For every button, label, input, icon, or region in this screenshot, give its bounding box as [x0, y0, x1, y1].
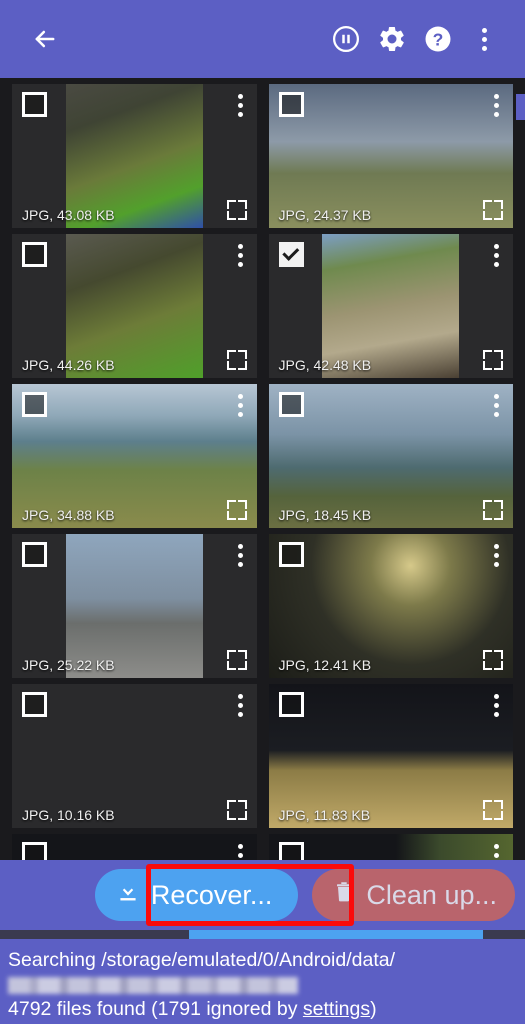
- file-card[interactable]: JPG, 25.22 KB: [12, 534, 257, 678]
- file-meta: JPG, 24.37 KB: [278, 207, 372, 223]
- file-meta: JPG, 44.26 KB: [22, 357, 115, 373]
- trash-icon: [332, 880, 356, 911]
- file-card[interactable]: [12, 834, 257, 860]
- card-menu-icon[interactable]: [492, 542, 501, 569]
- status-files-found-prefix: 4792 files found (1791 ignored by: [8, 998, 303, 1020]
- fullscreen-icon[interactable]: [479, 646, 507, 674]
- pause-circle-icon[interactable]: [323, 16, 369, 62]
- clean-up-button-label: Clean up...: [366, 879, 497, 910]
- clean-up-button[interactable]: Clean up...: [312, 869, 515, 921]
- fullscreen-icon[interactable]: [479, 346, 507, 374]
- gear-icon[interactable]: [369, 16, 415, 62]
- file-meta: JPG, 11.83 KB: [278, 807, 371, 823]
- status-files-found-suffix: ): [370, 998, 377, 1020]
- file-card[interactable]: JPG, 12.41 KB: [268, 534, 513, 678]
- file-meta: JPG, 43.08 KB: [22, 207, 115, 223]
- file-meta: JPG, 18.45 KB: [278, 507, 372, 523]
- arrow-left-icon[interactable]: [22, 16, 68, 62]
- card-menu-icon[interactable]: [492, 242, 501, 269]
- select-checkbox[interactable]: [278, 242, 304, 267]
- select-checkbox[interactable]: [22, 692, 47, 717]
- fullscreen-icon[interactable]: [223, 796, 251, 824]
- fullscreen-icon[interactable]: [479, 196, 507, 224]
- file-card[interactable]: JPG, 10.16 KB: [12, 684, 257, 828]
- select-checkbox[interactable]: [278, 692, 304, 717]
- thumbnail: [12, 834, 257, 860]
- scan-progress-fill: [189, 930, 483, 939]
- select-checkbox[interactable]: [278, 542, 304, 567]
- recover-button-label: Recover...: [150, 879, 273, 910]
- more-vertical-icon[interactable]: [461, 16, 507, 62]
- select-checkbox[interactable]: [22, 542, 47, 567]
- file-meta: JPG, 34.88 KB: [22, 507, 115, 523]
- settings-link[interactable]: settings: [303, 998, 370, 1020]
- help-circle-icon[interactable]: ?: [415, 16, 461, 62]
- select-checkbox[interactable]: [22, 92, 47, 117]
- select-checkbox[interactable]: [278, 392, 304, 417]
- svg-text:?: ?: [433, 29, 444, 49]
- file-grid-area[interactable]: JPG, 43.08 KB JPG, 24.37 KB JPG, 44.26 K…: [0, 78, 525, 860]
- file-card[interactable]: JPG, 18.45 KB: [268, 384, 513, 528]
- scrollbar-thumb[interactable]: [516, 94, 525, 120]
- card-menu-icon[interactable]: [492, 842, 501, 860]
- card-menu-icon[interactable]: [236, 92, 245, 119]
- overflow-dots: [481, 27, 487, 51]
- select-checkbox[interactable]: [22, 392, 47, 417]
- card-menu-icon[interactable]: [236, 842, 245, 860]
- file-card[interactable]: [268, 834, 513, 860]
- card-menu-icon[interactable]: [236, 692, 245, 719]
- file-grid: JPG, 43.08 KB JPG, 24.37 KB JPG, 44.26 K…: [0, 78, 525, 860]
- select-checkbox[interactable]: [278, 92, 304, 117]
- file-card[interactable]: JPG, 11.83 KB: [268, 684, 513, 828]
- fullscreen-icon[interactable]: [479, 496, 507, 524]
- fullscreen-icon[interactable]: [223, 196, 251, 224]
- card-menu-icon[interactable]: [236, 542, 245, 569]
- file-meta: JPG, 10.16 KB: [22, 807, 115, 823]
- scan-progress-bar: [0, 930, 525, 939]
- recover-button[interactable]: Recover...: [94, 869, 299, 921]
- card-menu-icon[interactable]: [492, 392, 501, 419]
- file-meta: JPG, 42.48 KB: [278, 357, 372, 373]
- status-redacted-path: [8, 977, 298, 994]
- file-card[interactable]: JPG, 42.48 KB: [268, 234, 513, 378]
- card-menu-icon[interactable]: [492, 692, 501, 719]
- select-checkbox[interactable]: [22, 842, 47, 860]
- card-menu-icon[interactable]: [236, 392, 245, 419]
- fullscreen-icon[interactable]: [223, 346, 251, 374]
- app-root: ? JPG, 43.08 KB JPG, 24.37 KB JPG, 44.26…: [0, 0, 525, 1024]
- top-app-bar: ?: [0, 0, 525, 78]
- status-area: Searching /storage/emulated/0/Android/da…: [0, 939, 525, 1023]
- file-card[interactable]: JPG, 24.37 KB: [268, 84, 513, 228]
- card-menu-icon[interactable]: [492, 92, 501, 119]
- status-files-found: 4792 files found (1791 ignored by settin…: [8, 996, 517, 1023]
- select-checkbox[interactable]: [278, 842, 304, 860]
- download-icon: [115, 879, 141, 912]
- action-bar: Recover... Clean up...: [0, 860, 525, 930]
- file-meta: JPG, 12.41 KB: [278, 657, 372, 673]
- bottom-panel: Recover... Clean up... Searching /storag…: [0, 860, 525, 1024]
- fullscreen-icon[interactable]: [223, 496, 251, 524]
- file-card[interactable]: JPG, 34.88 KB: [12, 384, 257, 528]
- card-menu-icon[interactable]: [236, 242, 245, 269]
- thumbnail: [268, 834, 513, 860]
- file-card[interactable]: JPG, 44.26 KB: [12, 234, 257, 378]
- file-card[interactable]: JPG, 43.08 KB: [12, 84, 257, 228]
- file-meta: JPG, 25.22 KB: [22, 657, 115, 673]
- fullscreen-icon[interactable]: [223, 646, 251, 674]
- select-checkbox[interactable]: [22, 242, 47, 267]
- fullscreen-icon[interactable]: [479, 796, 507, 824]
- status-searching-path: Searching /storage/emulated/0/Android/da…: [8, 949, 396, 971]
